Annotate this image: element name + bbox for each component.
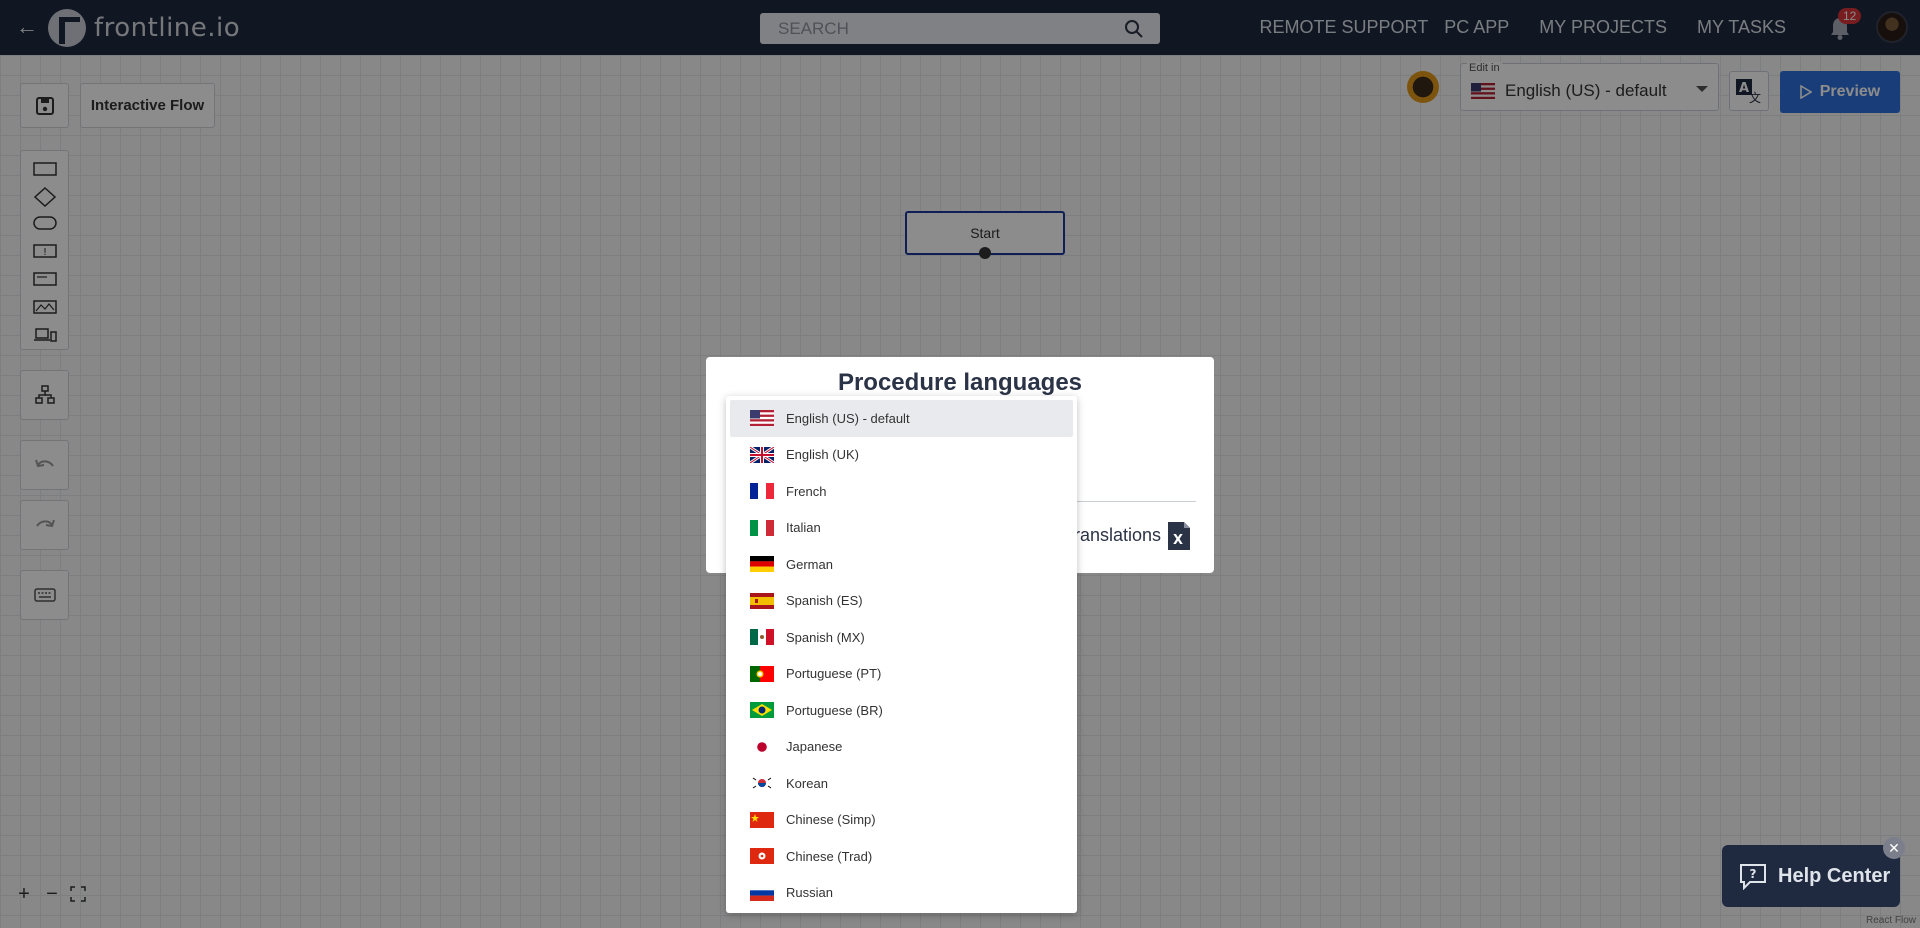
mx-flag-icon — [750, 629, 774, 646]
svg-text:?: ? — [1750, 867, 1757, 881]
language-label: Italian — [786, 520, 821, 536]
br-flag-icon — [750, 702, 774, 719]
language-option-de[interactable]: German — [730, 546, 1073, 583]
language-option-br[interactable]: Portuguese (BR) — [730, 692, 1073, 729]
excel-file-icon[interactable]: X — [1166, 521, 1192, 551]
language-dropdown-list: English (US) - default English (UK) Fren… — [726, 396, 1077, 913]
svg-text:X: X — [1173, 533, 1183, 548]
language-label: Spanish (MX) — [786, 629, 865, 645]
us-flag-icon — [750, 410, 774, 427]
language-label: Russian — [786, 885, 833, 901]
language-option-hk[interactable]: Chinese (Trad) — [730, 838, 1073, 875]
de-flag-icon — [750, 556, 774, 573]
help-center-button[interactable]: ? Help Center — [1722, 845, 1900, 907]
language-label: German — [786, 556, 833, 572]
help-center-label: Help Center — [1778, 864, 1891, 887]
language-option-mx[interactable]: Spanish (MX) — [730, 619, 1073, 656]
language-option-kr[interactable]: Korean — [730, 765, 1073, 802]
language-label: English (UK) — [786, 447, 859, 463]
language-label: French — [786, 483, 827, 499]
language-option-pt[interactable]: Portuguese (PT) — [730, 656, 1073, 693]
pt-flag-icon — [750, 665, 774, 682]
export-translations-link[interactable]: ranslations — [1074, 525, 1161, 546]
close-icon[interactable]: ✕ — [1883, 837, 1905, 859]
hk-flag-icon — [750, 848, 774, 865]
language-label: Portuguese (BR) — [786, 702, 883, 718]
language-label: Chinese (Trad) — [786, 848, 873, 864]
language-option-jp[interactable]: Japanese — [730, 729, 1073, 766]
language-label: Chinese (Simp) — [786, 812, 876, 828]
question-chat-icon: ? — [1740, 864, 1766, 890]
kr-flag-icon — [750, 775, 774, 792]
language-label: Japanese — [786, 739, 843, 755]
language-option-en-us[interactable]: English (US) - default — [730, 400, 1073, 437]
language-label: Portuguese (PT) — [786, 666, 882, 682]
uk-flag-icon — [750, 446, 774, 463]
jp-flag-icon — [750, 738, 774, 755]
cn-flag-icon — [750, 811, 774, 828]
language-label: English (US) - default — [786, 410, 910, 426]
language-option-fr[interactable]: French — [730, 473, 1073, 510]
language-option-es[interactable]: Spanish (ES) — [730, 583, 1073, 620]
modal-title: Procedure languages — [837, 369, 1083, 396]
modal-divider — [1066, 501, 1196, 502]
ru-flag-icon — [750, 884, 774, 901]
language-label: Korean — [786, 775, 828, 791]
it-flag-icon — [750, 519, 774, 536]
language-option-en-uk[interactable]: English (UK) — [730, 437, 1073, 474]
es-flag-icon — [750, 592, 774, 609]
fr-flag-icon — [750, 483, 774, 500]
language-option-cn[interactable]: Chinese (Simp) — [730, 802, 1073, 839]
language-option-ru[interactable]: Russian — [730, 875, 1073, 912]
language-option-it[interactable]: Italian — [730, 510, 1073, 547]
language-label: Spanish (ES) — [786, 593, 863, 609]
